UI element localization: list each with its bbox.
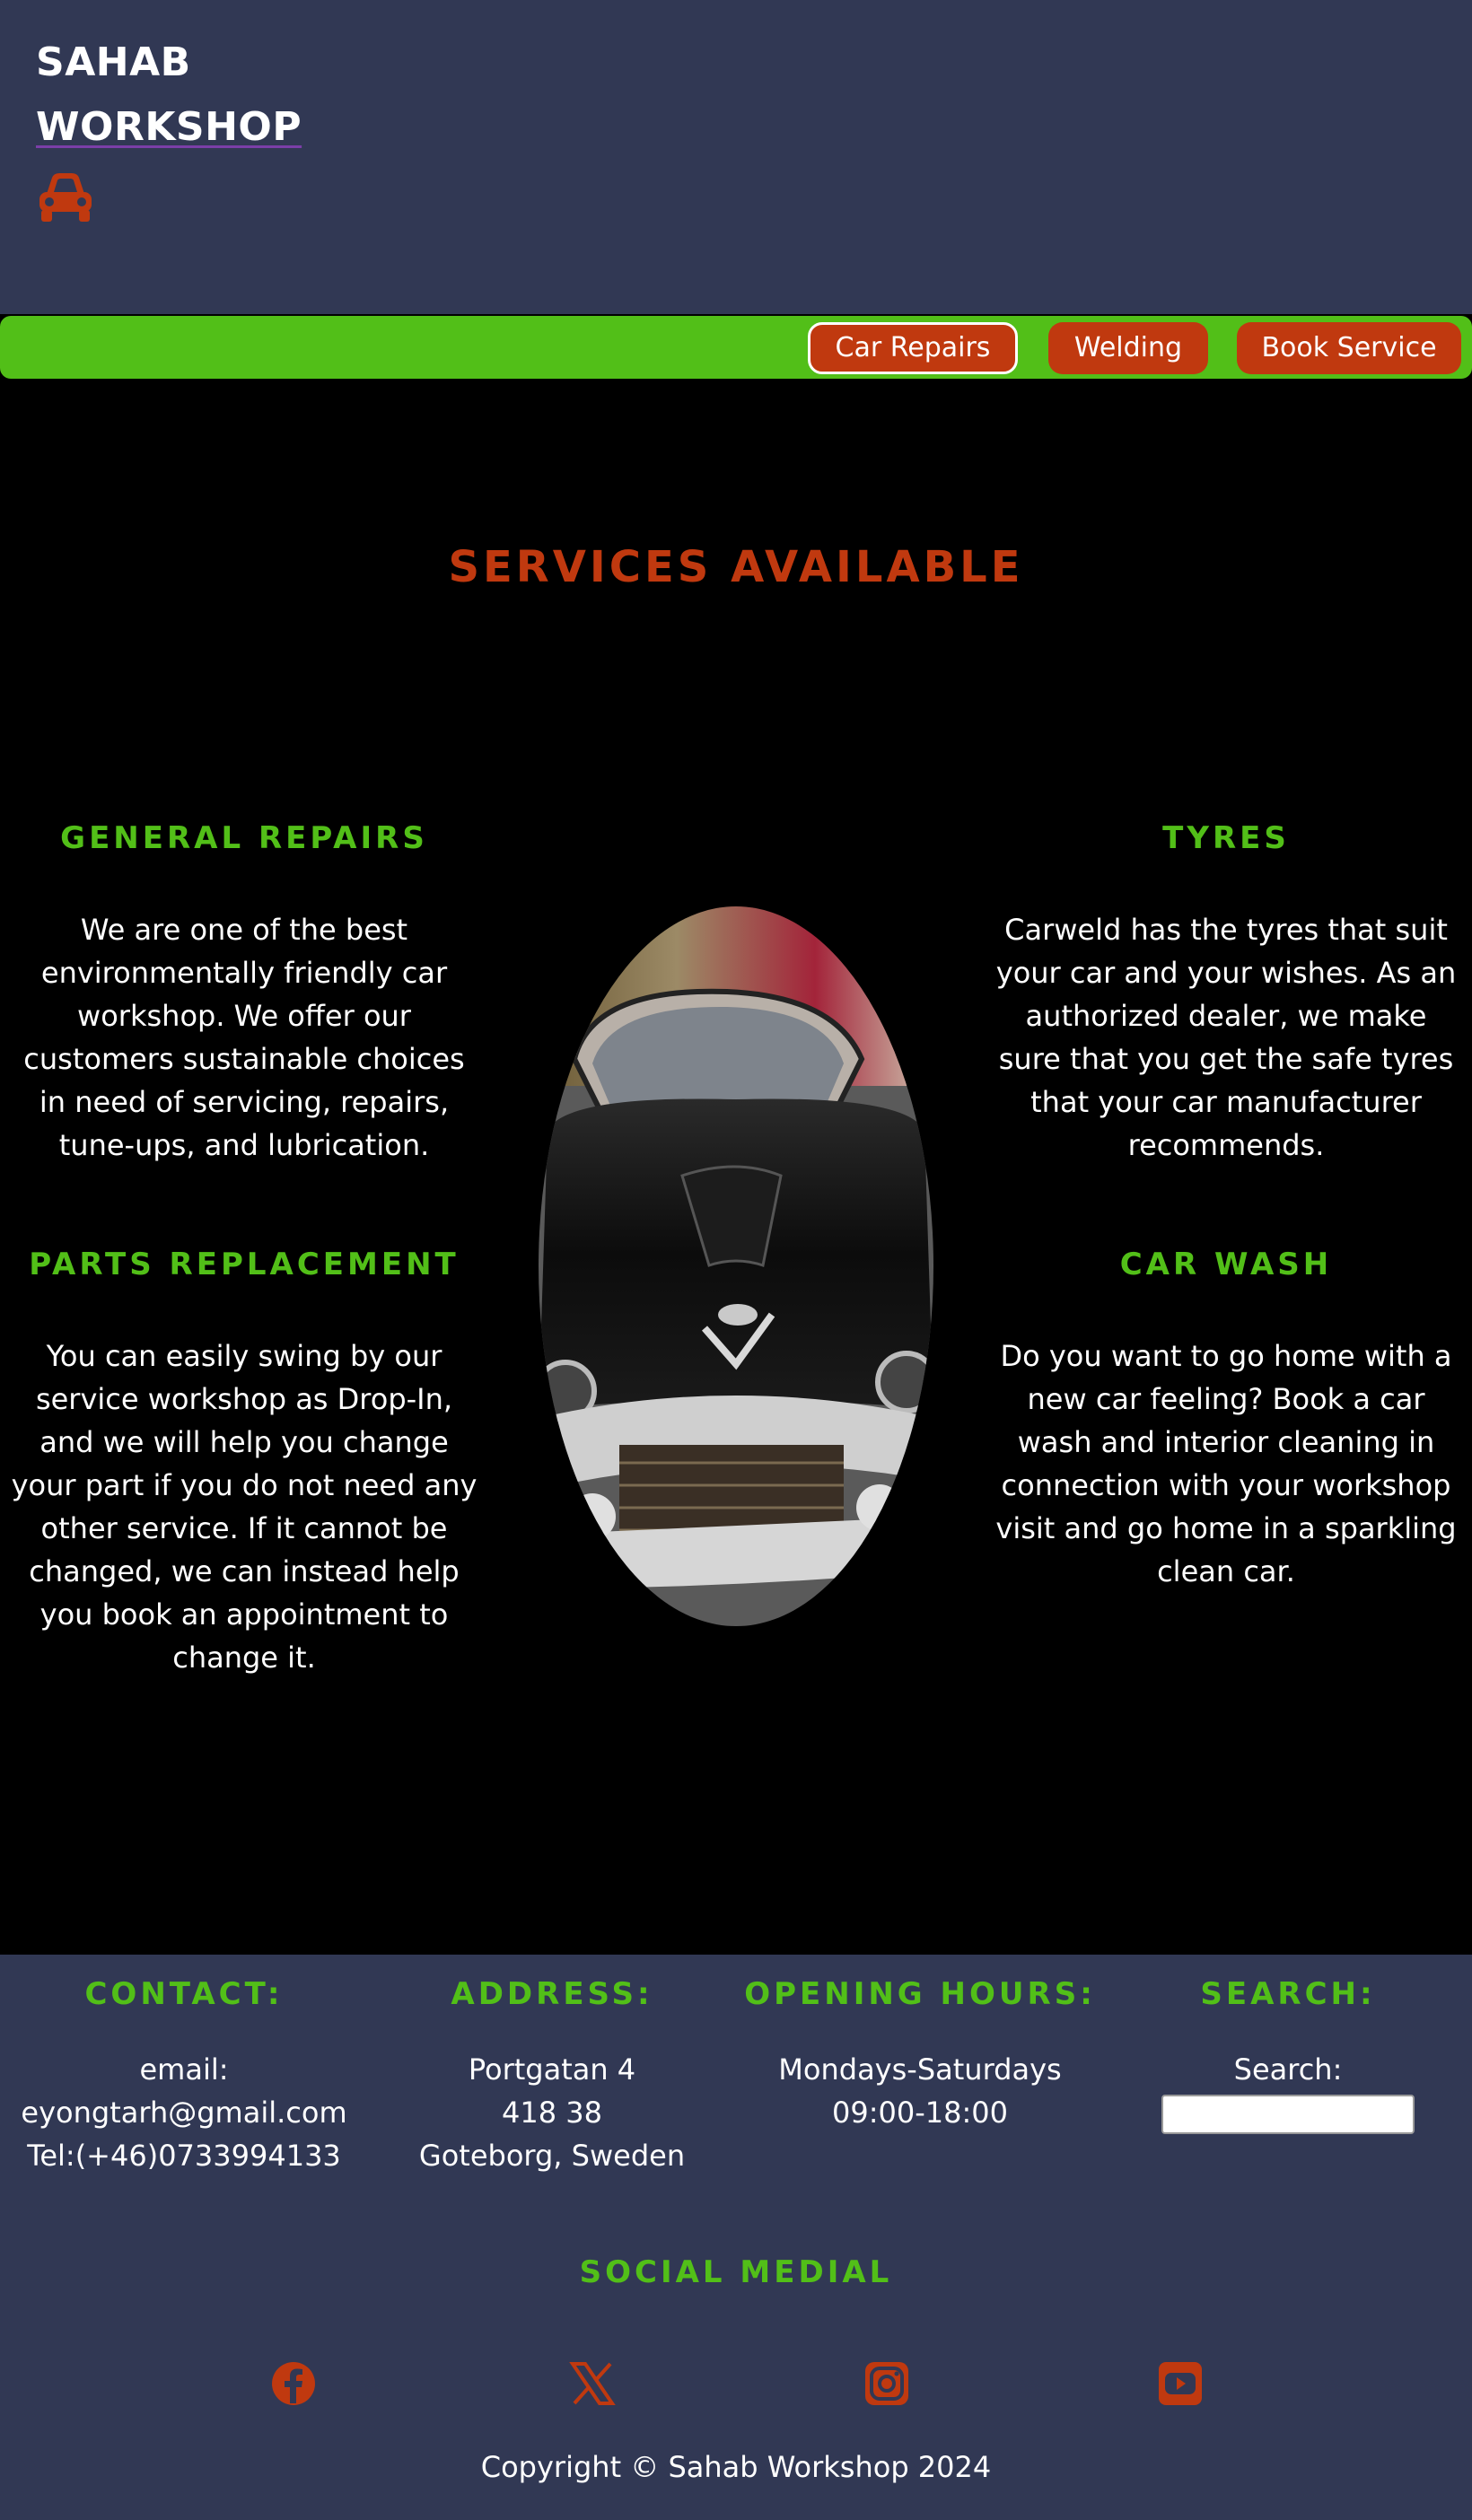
service-heading-general-repairs: GENERAL REPAIRS — [60, 820, 428, 856]
nav-car-repairs-button[interactable]: Car Repairs — [808, 322, 1018, 374]
address-city: Goteborg, Sweden — [418, 2139, 686, 2173]
brand-name-line2[interactable]: WORKSHOP — [36, 95, 302, 160]
search-input[interactable] — [1161, 2095, 1415, 2134]
nav-welding-button[interactable]: Welding — [1048, 322, 1208, 374]
address-street: Portgatan 4 — [468, 2052, 636, 2087]
hours-block: OPENING HOURS: Mondays-Saturdays 09:00-1… — [736, 1976, 1104, 2134]
contact-block: CONTACT: email: eyongtarh@gmail.com Tel:… — [0, 1976, 368, 2177]
service-text-car-wash: Do you want to go home with a new car fe… — [995, 1339, 1457, 1588]
address-block: ADDRESS: Portgatan 4 418 38 Goteborg, Sw… — [368, 1976, 736, 2177]
services-section: SERVICES AVAILABLE GENERAL REPAIRS We ar… — [0, 379, 1472, 1955]
address-heading: ADDRESS: — [451, 1976, 653, 2012]
search-label: Search: — [1233, 2052, 1343, 2087]
hours-heading: OPENING HOURS: — [744, 1976, 1096, 2012]
main-nav: Car Repairs Welding Book Service — [0, 316, 1472, 379]
service-heading-car-wash: CAR WASH — [1119, 1247, 1333, 1282]
service-heading-parts-replacement: PARTS REPLACEMENT — [29, 1247, 460, 1282]
social-title: SOCIAL MEDIAL — [579, 2254, 893, 2290]
instagram-icon[interactable] — [863, 2360, 910, 2407]
site-header: SAHAB WORKSHOP — [0, 0, 1472, 314]
service-text-parts-replacement: You can easily swing by our service work… — [11, 1339, 478, 1675]
search-block: SEARCH: Search: — [1104, 1976, 1472, 2134]
car-photo — [539, 906, 933, 1626]
car-icon — [39, 173, 92, 222]
service-text-general-repairs: We are one of the best environmentally f… — [23, 913, 465, 1162]
youtube-icon[interactable] — [1157, 2360, 1204, 2407]
brand-name-line1[interactable]: SAHAB — [36, 31, 302, 95]
service-text-tyres: Carweld has the tyres that suit your car… — [995, 913, 1457, 1162]
contact-email-label: email: — [139, 2052, 229, 2087]
section-title: SERVICES AVAILABLE — [448, 542, 1024, 592]
contact-email-link[interactable]: eyongtarh@gmail.com — [0, 2091, 368, 2134]
hours-time: 09:00-18:00 — [832, 2096, 1008, 2130]
search-heading: SEARCH: — [1200, 1976, 1376, 2012]
site-footer: CONTACT: email: eyongtarh@gmail.com Tel:… — [0, 1955, 1472, 2520]
service-heading-tyres: TYRES — [1162, 820, 1290, 856]
brand[interactable]: SAHAB WORKSHOP — [36, 31, 302, 160]
contact-heading: CONTACT: — [84, 1976, 284, 2012]
nav-book-service-button[interactable]: Book Service — [1237, 322, 1461, 374]
contact-phone[interactable]: Tel:(+46)0733994133 — [0, 2134, 368, 2177]
facebook-icon[interactable] — [270, 2360, 317, 2407]
address-postcode: 418 38 — [502, 2096, 602, 2130]
copyright-text: Copyright © Sahab Workshop 2024 — [480, 2450, 992, 2484]
x-icon[interactable] — [569, 2360, 616, 2407]
hours-days: Mondays-Saturdays — [778, 2052, 1062, 2087]
